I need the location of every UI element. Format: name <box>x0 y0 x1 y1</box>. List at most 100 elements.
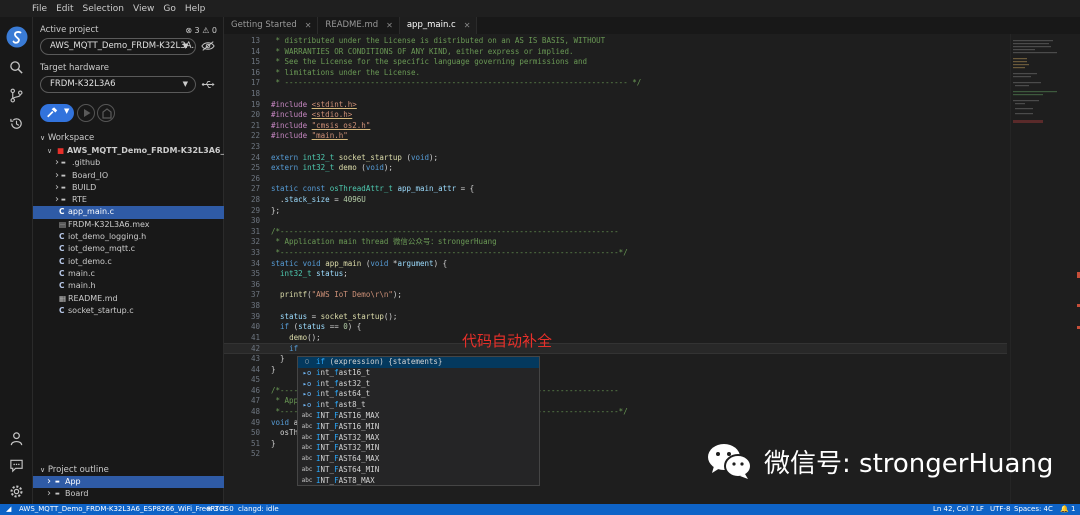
workspace-item[interactable]: Cmain.h <box>33 280 224 292</box>
build-button[interactable]: ▼ <box>40 104 74 122</box>
status-notifications[interactable]: 🔔 1 <box>1060 504 1075 515</box>
outline-item-label: App <box>65 477 81 486</box>
status-cursor-position[interactable]: Ln 42, Col 7 <box>933 504 975 515</box>
workspace-item-label: Board_IO <box>72 170 109 180</box>
code-text: static const osThreadAttr_t app_main_att… <box>271 184 475 194</box>
status-encoding[interactable]: UTF-8 <box>990 504 1010 515</box>
tab-readme-md[interactable]: README.md ✕ <box>318 17 400 34</box>
history-icon[interactable] <box>4 112 29 134</box>
tab-app-main-c[interactable]: app_main.c ✕ <box>399 17 478 34</box>
suggestion-item[interactable]: ▸o int_fast8_t <box>298 400 539 411</box>
code-text: }; <box>271 205 281 215</box>
line-number: 33 <box>250 248 260 257</box>
status-eol[interactable]: LF <box>976 504 984 515</box>
usb-icon[interactable] <box>201 79 215 93</box>
code-text: demo(); <box>289 332 321 342</box>
chevron-down-icon: ▼ <box>182 42 188 50</box>
suggestion-item[interactable]: ▸o int_fast64_t <box>298 389 539 400</box>
suggestion-item[interactable]: abc INT_FAST64_MIN <box>298 465 539 476</box>
folder-icon: ▬ <box>61 197 66 204</box>
workspace-item[interactable]: › ▬ Board_IO <box>33 170 224 182</box>
menu-help[interactable]: Help <box>185 4 206 14</box>
active-project-select[interactable]: AWS_MQTT_Demo_FRDM-K32L3A... ▼ <box>40 38 196 55</box>
source-control-icon[interactable] <box>4 84 29 106</box>
run-button[interactable] <box>77 104 95 122</box>
code-text: extern int32_t demo (void); <box>271 163 393 173</box>
workspace-header[interactable]: ∨ Workspace <box>40 133 94 143</box>
line-number: 32 <box>250 237 260 247</box>
outline-item[interactable]: › ▬ App <box>33 476 224 489</box>
menu-go[interactable]: Go <box>163 4 175 14</box>
workspace-item[interactable]: ▦ README.md <box>33 293 224 305</box>
suggestion-rest: nt_ <box>320 367 335 377</box>
feedback-icon[interactable] <box>4 454 29 476</box>
suggestion-item[interactable]: abc INT_FAST32_MAX <box>298 433 539 444</box>
menu-view[interactable]: View <box>133 4 154 14</box>
play-icon <box>84 109 91 117</box>
workspace-item[interactable]: Ciot_demo.c <box>33 256 224 268</box>
target-hardware-select[interactable]: FRDM-K32L3A6 ▼ <box>40 76 196 93</box>
workspace-item[interactable]: Csocket_startup.c <box>33 305 224 317</box>
workspace-item[interactable]: ▤ FRDM-K32L3A6.mex <box>33 219 224 231</box>
status-language[interactable]: C <box>1048 504 1053 515</box>
debug-button[interactable] <box>97 104 115 122</box>
account-icon[interactable] <box>4 427 29 449</box>
status-clangd[interactable]: clangd: idle <box>238 504 279 515</box>
close-icon[interactable]: ✕ <box>386 17 393 34</box>
workspace-item[interactable]: › ▬ BUILD <box>33 182 224 194</box>
menu-selection[interactable]: Selection <box>83 4 124 14</box>
target-hardware-label: Target hardware <box>40 63 110 73</box>
suggestion-item[interactable]: abc INT_FAST64_MAX <box>298 454 539 465</box>
minimap-preview <box>1013 40 1080 329</box>
suggestion-item[interactable]: ▢ if (expression) {statements} <box>298 357 539 368</box>
settings-gear-icon[interactable] <box>4 480 29 502</box>
keil-studio-logo-icon[interactable] <box>4 26 29 48</box>
suggestion-item[interactable]: abc INT_FAST16_MAX <box>298 411 539 422</box>
suggestion-rest: AST32_MIN <box>338 443 380 453</box>
suggestion-rest: ast32_t <box>338 378 371 388</box>
line-number: 51 <box>250 438 260 448</box>
text-word-icon: abc <box>301 476 313 484</box>
suggestion-item[interactable]: abc INT_FAST32_MIN <box>298 443 539 454</box>
suggestion-rest: AST16_MIN <box>338 421 380 431</box>
active-project-label: Active project <box>40 25 99 35</box>
workspace-item[interactable]: › ▬ .github <box>33 157 224 169</box>
status-project[interactable]: AWS_MQTT_Demo_FRDM-K32L3A6_ESP8266_WiFi_… <box>19 504 229 515</box>
eye-off-icon[interactable] <box>201 40 215 55</box>
close-icon[interactable]: ✕ <box>464 17 471 34</box>
line-number: 20 <box>250 110 260 120</box>
problem-counts[interactable]: ⊗ 3 ⚠ 0 <box>185 26 217 35</box>
snippet-icon: ▢ <box>305 358 309 365</box>
suggestion-item[interactable]: ▸o int_fast32_t <box>298 379 539 390</box>
minimap[interactable] <box>1010 34 1080 504</box>
project-outline-header[interactable]: ∨ Project outline <box>40 465 109 475</box>
suggestion-label: int_fast64_t <box>316 389 370 400</box>
workspace-item[interactable]: Cmain.c <box>33 268 224 280</box>
search-icon[interactable] <box>4 56 29 78</box>
status-bar: ◢ AWS_MQTT_Demo_FRDM-K32L3A6_ESP8266_WiF… <box>0 504 1080 515</box>
outline-item-label: Board <box>65 489 89 499</box>
line-number: 46 <box>250 385 260 395</box>
outline-item[interactable]: › ▬ Board <box>33 488 224 500</box>
remote-icon[interactable]: ◢ <box>6 504 11 515</box>
workspace-item[interactable]: Capp_main.c <box>33 206 224 219</box>
menu-file[interactable]: File <box>32 4 47 14</box>
suggestion-item[interactable]: abc INT_FAST16_MIN <box>298 422 539 433</box>
menu-edit[interactable]: Edit <box>56 4 73 14</box>
suggestion-label: INT_FAST32_MAX <box>316 433 379 444</box>
suggestion-item[interactable]: abc INT_FAST8_MAX <box>298 476 539 487</box>
workspace-item[interactable]: Ciot_demo_mqtt.c <box>33 243 224 255</box>
code-text: status = socket_startup(); <box>280 311 398 321</box>
workspace-root[interactable]: ∨ ■ AWS_MQTT_Demo_FRDM-K32L3A6_... <box>33 145 234 157</box>
close-icon[interactable]: ✕ <box>305 17 312 34</box>
workspace-item[interactable]: Ciot_demo_logging.h <box>33 231 224 243</box>
suggestion-item[interactable]: ▸o int_fast16_t <box>298 368 539 379</box>
suggestion-rest: AST64_MAX <box>338 454 380 464</box>
workspace-item[interactable]: › ▬ RTE <box>33 194 224 206</box>
wechat-logo-icon <box>708 444 752 479</box>
bug-icon <box>102 108 112 119</box>
status-problems[interactable]: ⊗ 3 ⚠ 0 <box>206 504 234 515</box>
tab-getting-started[interactable]: Getting Started ✕ <box>224 17 319 34</box>
line-number: 22 <box>250 131 260 141</box>
status-indentation[interactable]: Spaces: 4 <box>1014 504 1048 515</box>
